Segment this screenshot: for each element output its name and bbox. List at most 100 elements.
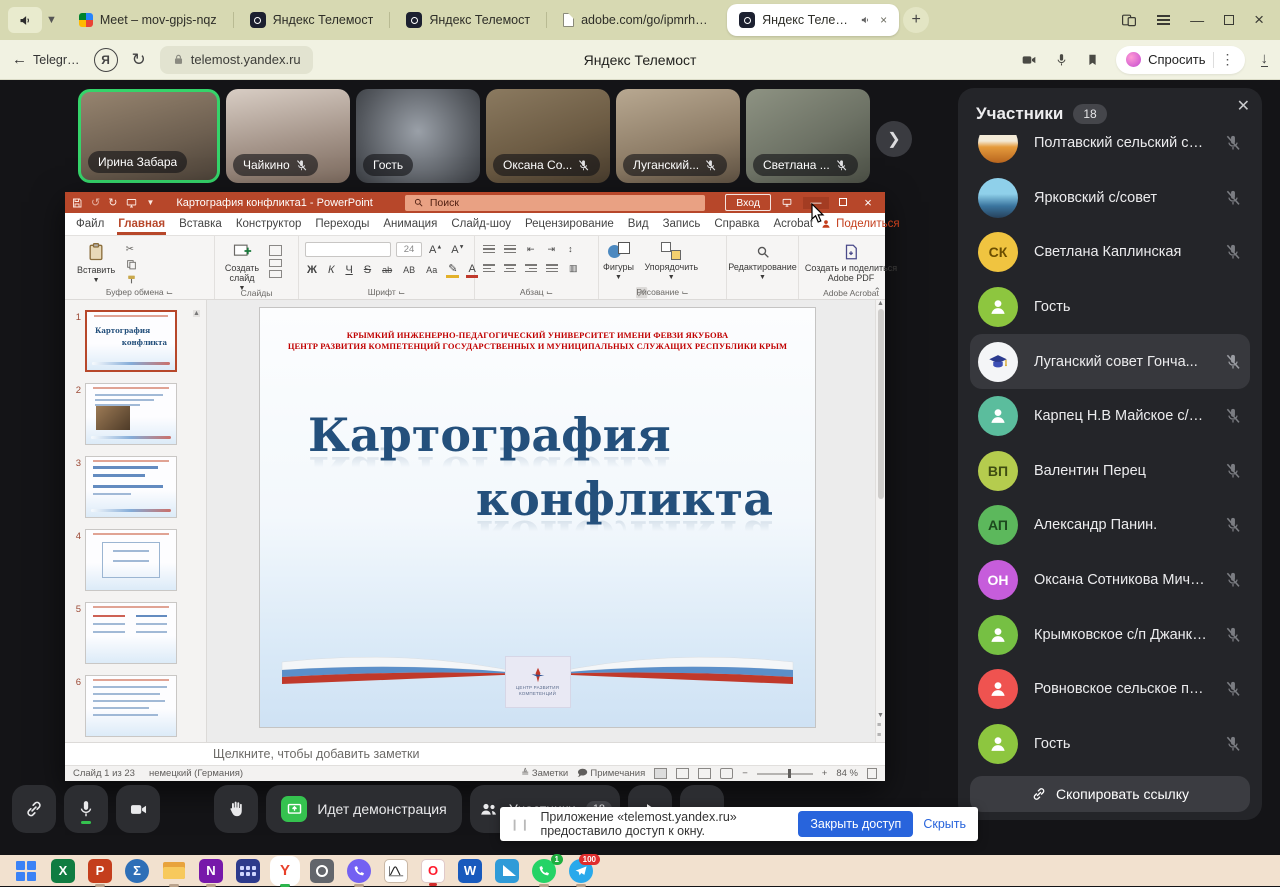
strikethrough-button[interactable]: S <box>362 264 373 276</box>
shrink-font-button[interactable]: А▼ <box>449 244 466 256</box>
menu-home[interactable]: Главная <box>111 214 172 234</box>
taskbar-calculator[interactable] <box>236 859 260 883</box>
new-tab-button[interactable]: + <box>903 7 929 33</box>
menu-transitions[interactable]: Переходы <box>308 214 376 234</box>
copy-button[interactable] <box>126 259 137 270</box>
taskbar-powerpoint[interactable]: P <box>88 859 112 883</box>
qat-customize-icon[interactable]: ▼ <box>146 198 154 207</box>
participant-row[interactable]: ОН Оксана Сотникова Мичури... <box>970 553 1250 608</box>
language-indicator[interactable]: немецкий (Германия) <box>149 768 243 779</box>
tab-audio-icon[interactable] <box>860 14 871 26</box>
save-icon[interactable] <box>71 197 83 209</box>
scroll-down-icon[interactable]: ▼ <box>877 712 884 719</box>
back-button[interactable]: ←Telegr… <box>12 51 80 68</box>
reload-icon[interactable]: ↻ <box>132 50 146 70</box>
video-tile[interactable]: Луганский... <box>616 89 740 183</box>
participant-row[interactable]: Гость <box>970 717 1250 772</box>
slide-sorter-button[interactable] <box>676 768 689 779</box>
ppt-title-bar[interactable]: ↺ ↻ ▼ Картография конфликта1 - PowerPoin… <box>65 192 885 213</box>
ppt-search-box[interactable]: Поиск <box>405 195 705 211</box>
participant-row[interactable]: Крымковское с/п Джанкойс.. <box>970 607 1250 662</box>
raise-hand-button[interactable] <box>214 785 258 833</box>
tab-telemost-2[interactable]: Яндекс Телемост <box>394 4 542 36</box>
zoom-in-button[interactable]: + <box>822 768 828 779</box>
participant-row[interactable]: Ярковский с/совет <box>970 171 1250 226</box>
italic-button[interactable]: К <box>326 264 336 276</box>
mic-off-icon[interactable] <box>1224 189 1242 207</box>
slide-vertical-scrollbar[interactable]: ▲ ▼ ≡ ≡ <box>875 300 885 742</box>
tab-audio-toggle[interactable] <box>8 7 42 33</box>
bullets-button[interactable] <box>483 243 495 255</box>
tab-meet[interactable]: Meet – mov-gpjs-nqz <box>67 4 229 36</box>
mic-off-icon[interactable] <box>1224 516 1242 534</box>
change-case-button[interactable]: Аа <box>424 265 439 275</box>
video-tile[interactable]: Ирина Забара <box>78 89 220 183</box>
ppt-close-button[interactable]: × <box>857 195 879 210</box>
copy-link-button[interactable]: Скопировать ссылку <box>970 776 1250 812</box>
video-tile[interactable]: Оксана Со... <box>486 89 610 183</box>
shapes-button[interactable]: Фигуры▼ <box>603 242 634 281</box>
justify-button[interactable] <box>546 262 558 274</box>
create-pdf-button[interactable]: Создать и поделиться Adobe PDF <box>803 243 899 283</box>
menu-record[interactable]: Запись <box>656 214 708 234</box>
video-tile[interactable]: Гость <box>356 89 480 183</box>
comments-toggle[interactable]: 🗩 Примечания <box>577 766 645 782</box>
chevron-down-icon[interactable]: ▼ <box>46 14 57 26</box>
arrange-button[interactable]: Упорядочить▼ <box>644 242 698 281</box>
cut-button[interactable]: ✂ <box>126 244 137 255</box>
redo-icon[interactable]: ↻ <box>108 196 117 209</box>
grow-font-button[interactable]: А▲ <box>427 244 444 256</box>
video-tile[interactable]: Чайкино <box>226 89 350 183</box>
collapse-ribbon-icon[interactable]: ⌃ <box>873 286 881 297</box>
slide-thumbnail[interactable]: 4 <box>71 529 177 591</box>
underline-button[interactable]: Ч <box>343 264 354 276</box>
participant-row[interactable]: Ровновское сельское посел... <box>970 662 1250 717</box>
mic-off-icon[interactable] <box>1224 680 1242 698</box>
zoom-out-button[interactable]: − <box>742 768 748 779</box>
taskbar-file-explorer[interactable] <box>162 859 186 883</box>
taskbar-word[interactable]: W <box>458 859 482 883</box>
camera-button[interactable] <box>116 785 160 833</box>
slideshow-icon[interactable] <box>125 197 138 209</box>
participant-row[interactable]: Гость <box>970 280 1250 335</box>
menu-slideshow[interactable]: Слайд-шоу <box>444 214 518 234</box>
indent-button[interactable]: ⇤ <box>525 244 537 255</box>
outdent-button[interactable]: ⇥ <box>546 244 558 255</box>
mic-icon[interactable] <box>1054 52 1069 68</box>
bold-button[interactable]: Ж <box>305 264 319 276</box>
text-shadow-button[interactable]: ab <box>380 265 394 275</box>
window-minimize-button[interactable]: — <box>1190 12 1204 28</box>
taskbar-onenote[interactable]: N <box>199 859 223 883</box>
mic-off-icon[interactable] <box>1224 135 1242 152</box>
ribbon-options-icon[interactable] <box>781 197 793 208</box>
yandex-services-icon[interactable]: Я <box>94 48 118 72</box>
drag-handle-icon[interactable]: ❙❙ <box>510 818 530 831</box>
more-options-icon[interactable]: ⋮ <box>1221 51 1235 68</box>
side-panels-icon[interactable] <box>1121 12 1137 28</box>
mic-off-icon[interactable] <box>1224 462 1242 480</box>
taskbar-viber[interactable] <box>347 859 371 883</box>
previous-slide-button[interactable]: ≡ <box>877 722 884 729</box>
screen-sharing-button[interactable]: Идет демонстрация <box>266 785 462 833</box>
window-maximize-button[interactable] <box>1224 15 1234 25</box>
char-spacing-button[interactable]: АВ <box>401 265 417 275</box>
scroll-up-icon[interactable]: ▲ <box>877 300 884 307</box>
close-panel-icon[interactable]: ✕ <box>1237 96 1250 116</box>
reading-view-button[interactable] <box>698 768 711 779</box>
menu-view[interactable]: Вид <box>621 214 656 234</box>
video-call-icon[interactable] <box>1020 52 1038 68</box>
menu-review[interactable]: Рецензирование <box>518 214 621 234</box>
paste-button[interactable]: Вставить▼ <box>77 241 115 284</box>
thumbnails-scrollbar[interactable]: ▲ <box>193 302 204 740</box>
bookmark-icon[interactable] <box>1085 52 1100 68</box>
participant-row-highlighted[interactable]: Луганский совет Гонча... <box>970 334 1250 389</box>
participant-row[interactable]: ВП Валентин Перец <box>970 444 1250 499</box>
taskbar-paint[interactable] <box>495 859 519 883</box>
numbering-button[interactable] <box>504 243 516 255</box>
tab-close-icon[interactable]: × <box>880 13 887 27</box>
section-button[interactable] <box>269 270 282 278</box>
next-tiles-button[interactable]: ❯ <box>876 121 912 157</box>
taskbar-telegram[interactable]: 100 <box>569 859 593 883</box>
participant-row[interactable]: СК Светлана Каплинская <box>970 225 1250 280</box>
undo-icon[interactable]: ↺ <box>91 196 100 209</box>
